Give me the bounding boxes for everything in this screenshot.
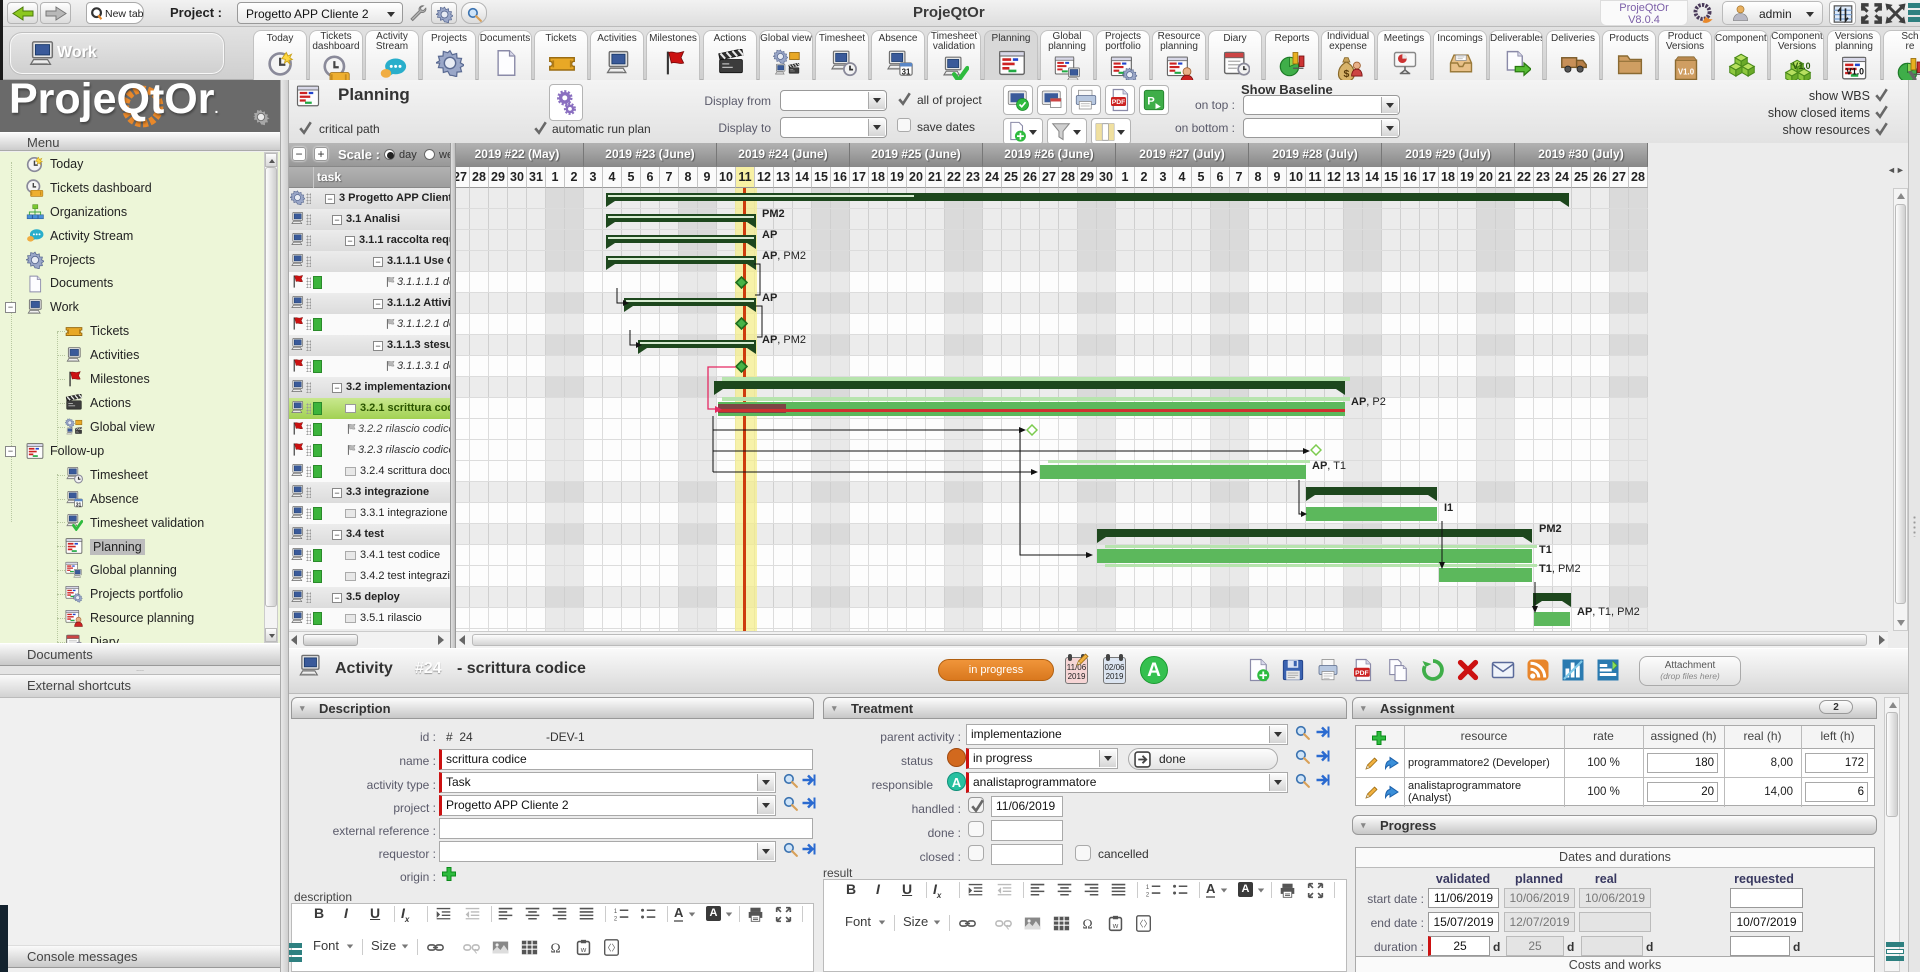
svg-text:Ω: Ω	[1082, 917, 1092, 932]
svg-text:1: 1	[614, 909, 618, 915]
svg-text:〈〉: 〈〉	[1135, 919, 1152, 929]
svg-text:Ω: Ω	[550, 941, 560, 956]
svg-text:2: 2	[614, 916, 617, 922]
svg-text:2: 2	[1146, 892, 1149, 898]
svg-text:PDF: PDF	[1112, 99, 1126, 106]
svg-text:1: 1	[1146, 885, 1150, 891]
svg-text:PDF: PDF	[1355, 670, 1369, 677]
svg-text:w: w	[580, 945, 587, 954]
svg-text:〈〉: 〈〉	[603, 943, 620, 953]
svg-text:w: w	[1112, 921, 1119, 930]
